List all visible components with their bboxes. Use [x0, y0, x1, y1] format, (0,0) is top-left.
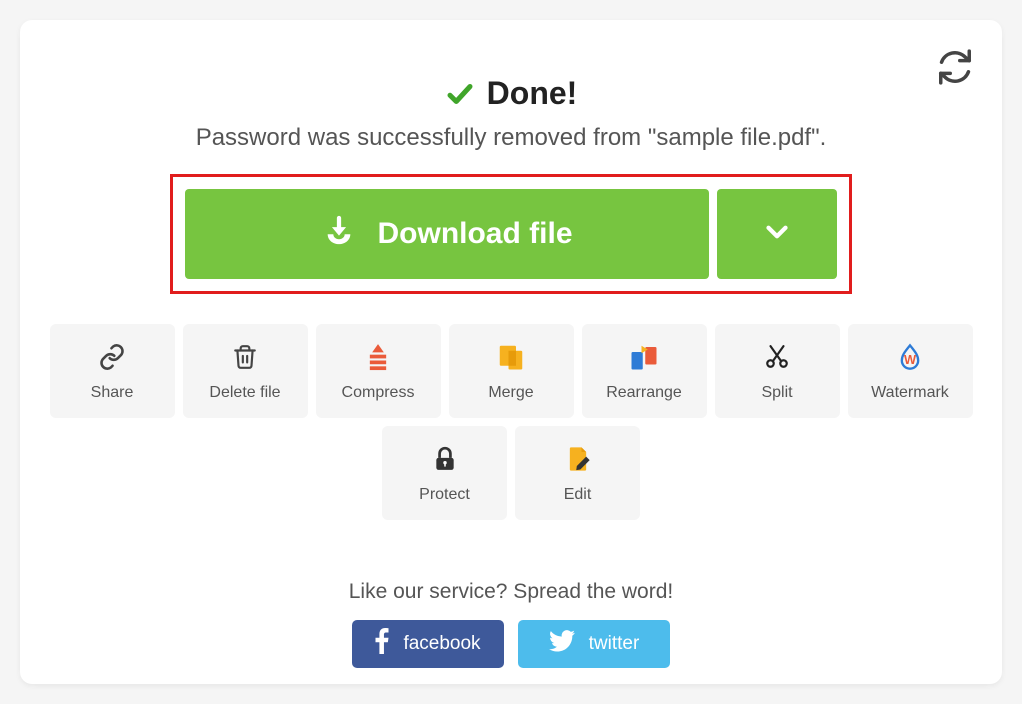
action-label: Watermark: [871, 384, 949, 402]
rearrange-icon: [628, 340, 660, 374]
facebook-icon: [375, 628, 389, 660]
rearrange-button[interactable]: Rearrange: [582, 324, 707, 418]
action-label: Split: [761, 384, 792, 402]
page-subtitle: Password was successfully removed from "…: [20, 124, 1002, 152]
action-label: Merge: [488, 384, 533, 402]
split-button[interactable]: Split: [715, 324, 840, 418]
download-file-button[interactable]: Download file: [185, 189, 709, 279]
watermark-icon: W: [896, 340, 924, 374]
svg-text:W: W: [904, 352, 917, 367]
delete-file-button[interactable]: Delete file: [183, 324, 308, 418]
facebook-share-button[interactable]: facebook: [352, 620, 504, 668]
title-line: Done!: [20, 75, 1002, 112]
refresh-button[interactable]: [936, 48, 974, 86]
compress-button[interactable]: Compress: [316, 324, 441, 418]
refresh-icon: [936, 48, 974, 86]
download-icon: [322, 213, 356, 255]
spread-section: Like our service? Spread the word! faceb…: [20, 580, 1002, 668]
download-file-label: Download file: [378, 217, 573, 251]
twitter-icon: [549, 630, 575, 658]
action-label: Compress: [342, 384, 415, 402]
spread-text: Like our service? Spread the word!: [20, 580, 1002, 604]
chevron-down-icon: [760, 215, 794, 254]
result-card: Done! Password was successfully removed …: [20, 20, 1002, 684]
action-label: Edit: [564, 486, 592, 504]
facebook-label: facebook: [403, 633, 480, 655]
share-button[interactable]: Share: [50, 324, 175, 418]
action-label: Rearrange: [606, 384, 682, 402]
merge-icon: [496, 340, 526, 374]
download-options-button[interactable]: [717, 189, 837, 279]
action-label: Share: [91, 384, 134, 402]
page-title: Done!: [487, 75, 578, 112]
social-buttons: facebook twitter: [20, 620, 1002, 668]
protect-button[interactable]: Protect: [382, 426, 507, 520]
action-label: Delete file: [209, 384, 280, 402]
download-highlight-box: Download file: [170, 174, 852, 294]
lock-icon: [432, 442, 458, 476]
merge-button[interactable]: Merge: [449, 324, 574, 418]
trash-icon: [232, 340, 258, 374]
edit-icon: [564, 442, 592, 476]
action-label: Protect: [419, 486, 470, 504]
twitter-label: twitter: [589, 633, 640, 655]
compress-icon: [364, 340, 392, 374]
link-icon: [98, 340, 126, 374]
scissors-icon: [764, 340, 790, 374]
actions-grid: Share Delete file Compress Merge Rearran: [46, 324, 976, 520]
twitter-share-button[interactable]: twitter: [518, 620, 670, 668]
watermark-button[interactable]: W Watermark: [848, 324, 973, 418]
checkmark-icon: [445, 79, 475, 109]
edit-button[interactable]: Edit: [515, 426, 640, 520]
